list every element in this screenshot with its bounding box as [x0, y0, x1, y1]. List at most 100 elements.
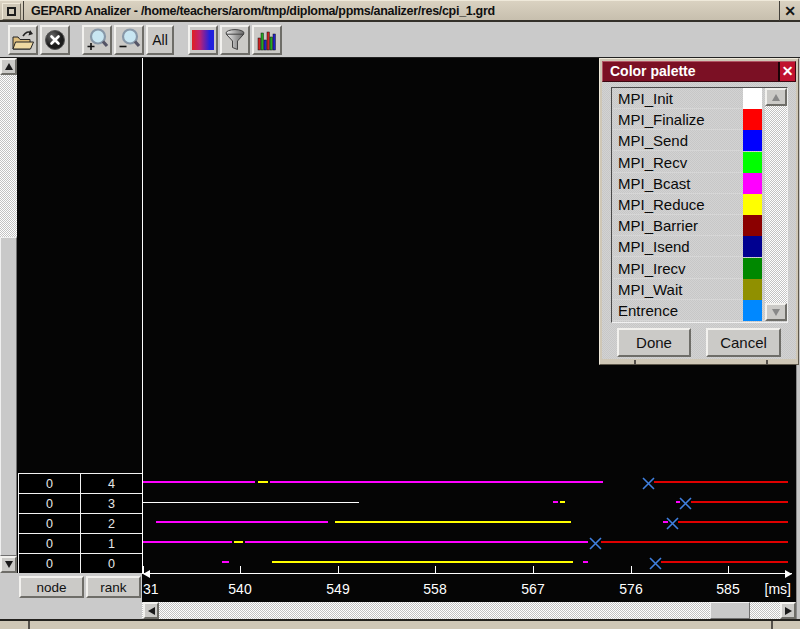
- titlebar-separator: [23, 1, 24, 21]
- palette-listbox[interactable]: MPI_InitMPI_FinalizeMPI_SendMPI_RecvMPI_…: [611, 87, 788, 323]
- palette-item-swatch: [743, 215, 762, 236]
- trace-segment: [661, 561, 788, 563]
- event-marker[interactable]: [642, 476, 655, 494]
- table-row[interactable]: 02: [19, 514, 143, 534]
- palette-item-label: MPI_Irecv: [618, 260, 686, 277]
- palette-item[interactable]: MPI_Init: [613, 88, 765, 109]
- trace-segment: [583, 561, 588, 563]
- table-row[interactable]: 01: [19, 534, 143, 554]
- event-marker[interactable]: [649, 556, 662, 574]
- trace-segment: [156, 521, 328, 523]
- palette-item[interactable]: MPI_Wait: [613, 279, 765, 300]
- dialog-close-button[interactable]: ✕: [778, 62, 795, 81]
- palette-item[interactable]: Entrence: [613, 300, 765, 321]
- table-cell: 0: [81, 554, 143, 574]
- filter-funnel-icon: [223, 28, 247, 52]
- frame-separator: [771, 621, 773, 629]
- palette-item-swatch: [743, 152, 762, 173]
- trace-segment: [335, 521, 571, 523]
- x-marker-icon: [649, 557, 662, 570]
- axis-tick-label: 567: [513, 581, 553, 597]
- bar-chart-icon: [255, 28, 279, 52]
- table-row[interactable]: 04: [19, 474, 143, 494]
- scroll-right-button[interactable]: [780, 602, 796, 619]
- node-button-label: node: [36, 580, 66, 595]
- table-cell: 3: [81, 494, 143, 514]
- bar-chart-button[interactable]: [252, 25, 282, 55]
- vertical-scrollbar-thumb[interactable]: [0, 237, 17, 556]
- table-cell: 0: [19, 554, 81, 574]
- listbox-scroll-up-button[interactable]: [765, 88, 787, 106]
- palette-item-label: MPI_Isend: [618, 238, 690, 255]
- trace-segment: [272, 561, 573, 563]
- trace-segment: [691, 501, 788, 503]
- palette-item-label: MPI_Init: [618, 90, 673, 107]
- table-row[interactable]: 03: [19, 494, 143, 514]
- axis-right-arrow: [785, 570, 792, 578]
- gradient-icon: [192, 30, 214, 50]
- x-marker-icon: [642, 477, 655, 490]
- up-arrow-icon: [5, 63, 13, 70]
- axis-tick: [533, 566, 534, 573]
- axis-tick-label: 31: [143, 581, 159, 597]
- palette-item-label: MPI_Reduce: [618, 196, 705, 213]
- color-palette-button[interactable]: [188, 25, 218, 55]
- event-marker[interactable]: [666, 516, 679, 534]
- listbox-scroll-down-button[interactable]: [765, 303, 787, 321]
- event-marker[interactable]: [679, 496, 692, 514]
- table-row[interactable]: 00: [19, 554, 143, 574]
- zoom-all-label: All: [152, 32, 168, 48]
- palette-item[interactable]: MPI_Bcast: [613, 173, 765, 194]
- window-titlebar[interactable]: GEPARD Analizer - /home/teachers/arom/tm…: [0, 0, 800, 22]
- scroll-left-button[interactable]: [143, 602, 159, 619]
- palette-item-swatch: [743, 258, 762, 279]
- listbox-scrollbar[interactable]: [765, 88, 787, 321]
- stop-button[interactable]: [40, 25, 70, 55]
- axis-tick: [240, 566, 241, 573]
- open-file-button[interactable]: [8, 25, 38, 55]
- table-cell: 4: [81, 474, 143, 494]
- palette-item[interactable]: MPI_Recv: [613, 152, 765, 173]
- axis-tick-label: 558: [415, 581, 455, 597]
- palette-item[interactable]: MPI_Isend: [613, 236, 765, 257]
- filter-button[interactable]: [220, 25, 250, 55]
- down-arrow-icon: [772, 309, 780, 316]
- trace-segment: [553, 501, 558, 503]
- dialog-title: Color palette: [610, 62, 696, 81]
- dialog-titlebar[interactable]: Color palette ✕: [602, 61, 796, 82]
- zoom-all-button[interactable]: All: [146, 25, 174, 55]
- palette-item[interactable]: MPI_Finalize: [613, 109, 765, 130]
- window-bottom-frame: [0, 619, 800, 629]
- vertical-scrollbar[interactable]: [0, 58, 17, 573]
- horizontal-scrollbar-thumb[interactable]: [710, 602, 750, 619]
- palette-item-swatch: [743, 236, 762, 257]
- palette-item[interactable]: MPI_Irecv: [613, 258, 765, 279]
- axis-tick: [728, 566, 729, 573]
- zoom-in-button[interactable]: [82, 25, 112, 55]
- rank-button-label: rank: [100, 580, 126, 595]
- zoom-out-button[interactable]: [114, 25, 144, 55]
- scroll-down-button[interactable]: [0, 556, 17, 573]
- stop-icon: [44, 29, 66, 51]
- horizontal-scrollbar[interactable]: [142, 602, 796, 619]
- done-button-label: Done: [636, 334, 672, 351]
- right-arrow-icon: [785, 607, 792, 615]
- palette-item[interactable]: MPI_Barrier: [613, 215, 765, 236]
- done-button[interactable]: Done: [617, 328, 691, 357]
- palette-item[interactable]: MPI_Send: [613, 130, 765, 151]
- palette-item-swatch: [743, 130, 762, 151]
- trace-segment: [245, 541, 588, 543]
- cancel-button[interactable]: Cancel: [706, 328, 781, 357]
- scroll-up-button[interactable]: [0, 58, 17, 75]
- palette-item-swatch: [743, 173, 762, 194]
- window-close-button[interactable]: ✕: [780, 1, 800, 21]
- frame-separator: [766, 360, 768, 365]
- axis-tick: [338, 566, 339, 573]
- rank-button[interactable]: rank: [86, 576, 141, 598]
- event-marker[interactable]: [589, 536, 602, 554]
- window-menu-button[interactable]: [2, 3, 21, 20]
- palette-item-swatch: [743, 194, 762, 215]
- palette-item[interactable]: MPI_Reduce: [613, 194, 765, 215]
- node-button[interactable]: node: [19, 576, 84, 598]
- trace-segment: [143, 541, 232, 543]
